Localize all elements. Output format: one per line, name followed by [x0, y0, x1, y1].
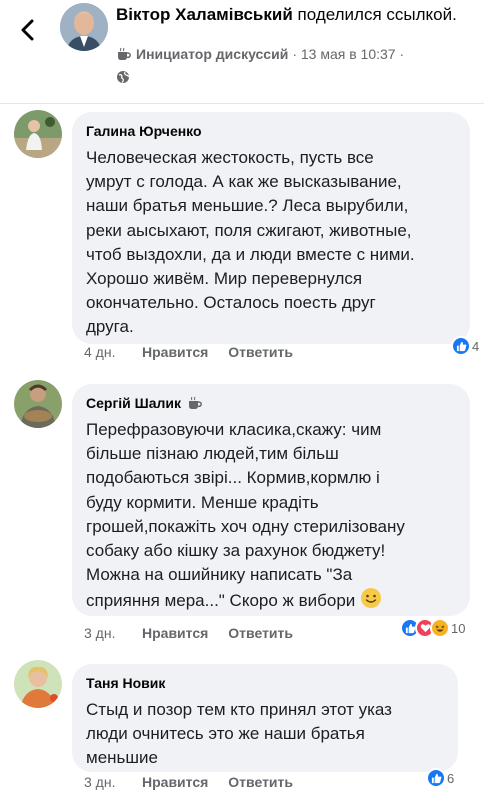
- reply-button[interactable]: Ответить: [228, 625, 293, 641]
- comment-actions: 3 дн. Нравится Ответить: [84, 774, 293, 790]
- commenter-avatar[interactable]: [14, 660, 62, 708]
- reaction-summary[interactable]: 6: [426, 768, 454, 788]
- smile-emoji-icon: [360, 587, 382, 609]
- comment-actions: 3 дн. Нравится Ответить: [84, 625, 293, 641]
- author-badge: Инициатор дискуссий: [136, 46, 289, 62]
- author-avatar[interactable]: [60, 3, 108, 51]
- reply-button[interactable]: Ответить: [228, 774, 293, 790]
- commenter-name[interactable]: Галина Юрченко: [86, 122, 456, 140]
- comment-bubble: Таня Новик Стыд и позор тем кто принял э…: [72, 664, 458, 772]
- comment-text: Стыд и позор тем кто принял этот указ лю…: [86, 700, 392, 768]
- coffee-cup-icon: [116, 47, 132, 61]
- like-button[interactable]: Нравится: [142, 774, 208, 790]
- comment-time[interactable]: 3 дн.: [84, 774, 142, 790]
- comment-text: Перефразовуючи класика,скажу: чим більше…: [86, 418, 456, 614]
- reaction-count: 4: [472, 338, 480, 354]
- reaction-count: 6: [447, 770, 455, 786]
- comment-text: Человеческая жестокость, пусть все умрут…: [86, 148, 415, 337]
- reaction-summary[interactable]: 4: [451, 336, 479, 356]
- comment-text-body: Перефразовуючи класика,скажу: чим більше…: [86, 420, 405, 611]
- commenter-avatar[interactable]: [14, 380, 62, 428]
- post-meta: Инициатор дискуссий · 13 мая в 10:37 ·: [116, 46, 404, 62]
- commenter-name[interactable]: Таня Новик: [86, 674, 444, 692]
- post-action: поделился ссылкой.: [297, 5, 457, 24]
- comment-time[interactable]: 4 дн.: [84, 344, 142, 360]
- comment-bubble: Сергій Шалик Перефразовуючи класика,скаж…: [72, 384, 470, 616]
- author-name[interactable]: Віктор Халамівський: [116, 5, 293, 24]
- back-chevron-icon[interactable]: [18, 18, 38, 41]
- comment-time[interactable]: 3 дн.: [84, 625, 142, 641]
- post-title: Віктор Халамівський поделился ссылкой.: [116, 4, 476, 26]
- coffee-cup-icon: [187, 396, 203, 410]
- header-divider: [0, 103, 484, 104]
- like-reaction-icon: [451, 336, 471, 356]
- reaction-count: 10: [451, 620, 466, 636]
- comment-actions: 4 дн. Нравится Ответить: [84, 344, 293, 360]
- reaction-summary[interactable]: 10: [400, 618, 465, 638]
- comment-bubble: Галина Юрченко Человеческая жестокость, …: [72, 112, 470, 344]
- commenter-name[interactable]: Сергій Шалик: [86, 394, 456, 412]
- like-reaction-icon: [426, 768, 446, 788]
- post-header: Віктор Халамівський поделился ссылкой. И…: [0, 0, 484, 104]
- globe-icon: [116, 70, 130, 84]
- post-timestamp[interactable]: · 13 мая в 10:37 ·: [292, 46, 404, 62]
- like-button[interactable]: Нравится: [142, 344, 208, 360]
- commenter-avatar[interactable]: [14, 110, 62, 158]
- reply-button[interactable]: Ответить: [228, 344, 293, 360]
- like-button[interactable]: Нравится: [142, 625, 208, 641]
- haha-reaction-icon: [430, 618, 450, 638]
